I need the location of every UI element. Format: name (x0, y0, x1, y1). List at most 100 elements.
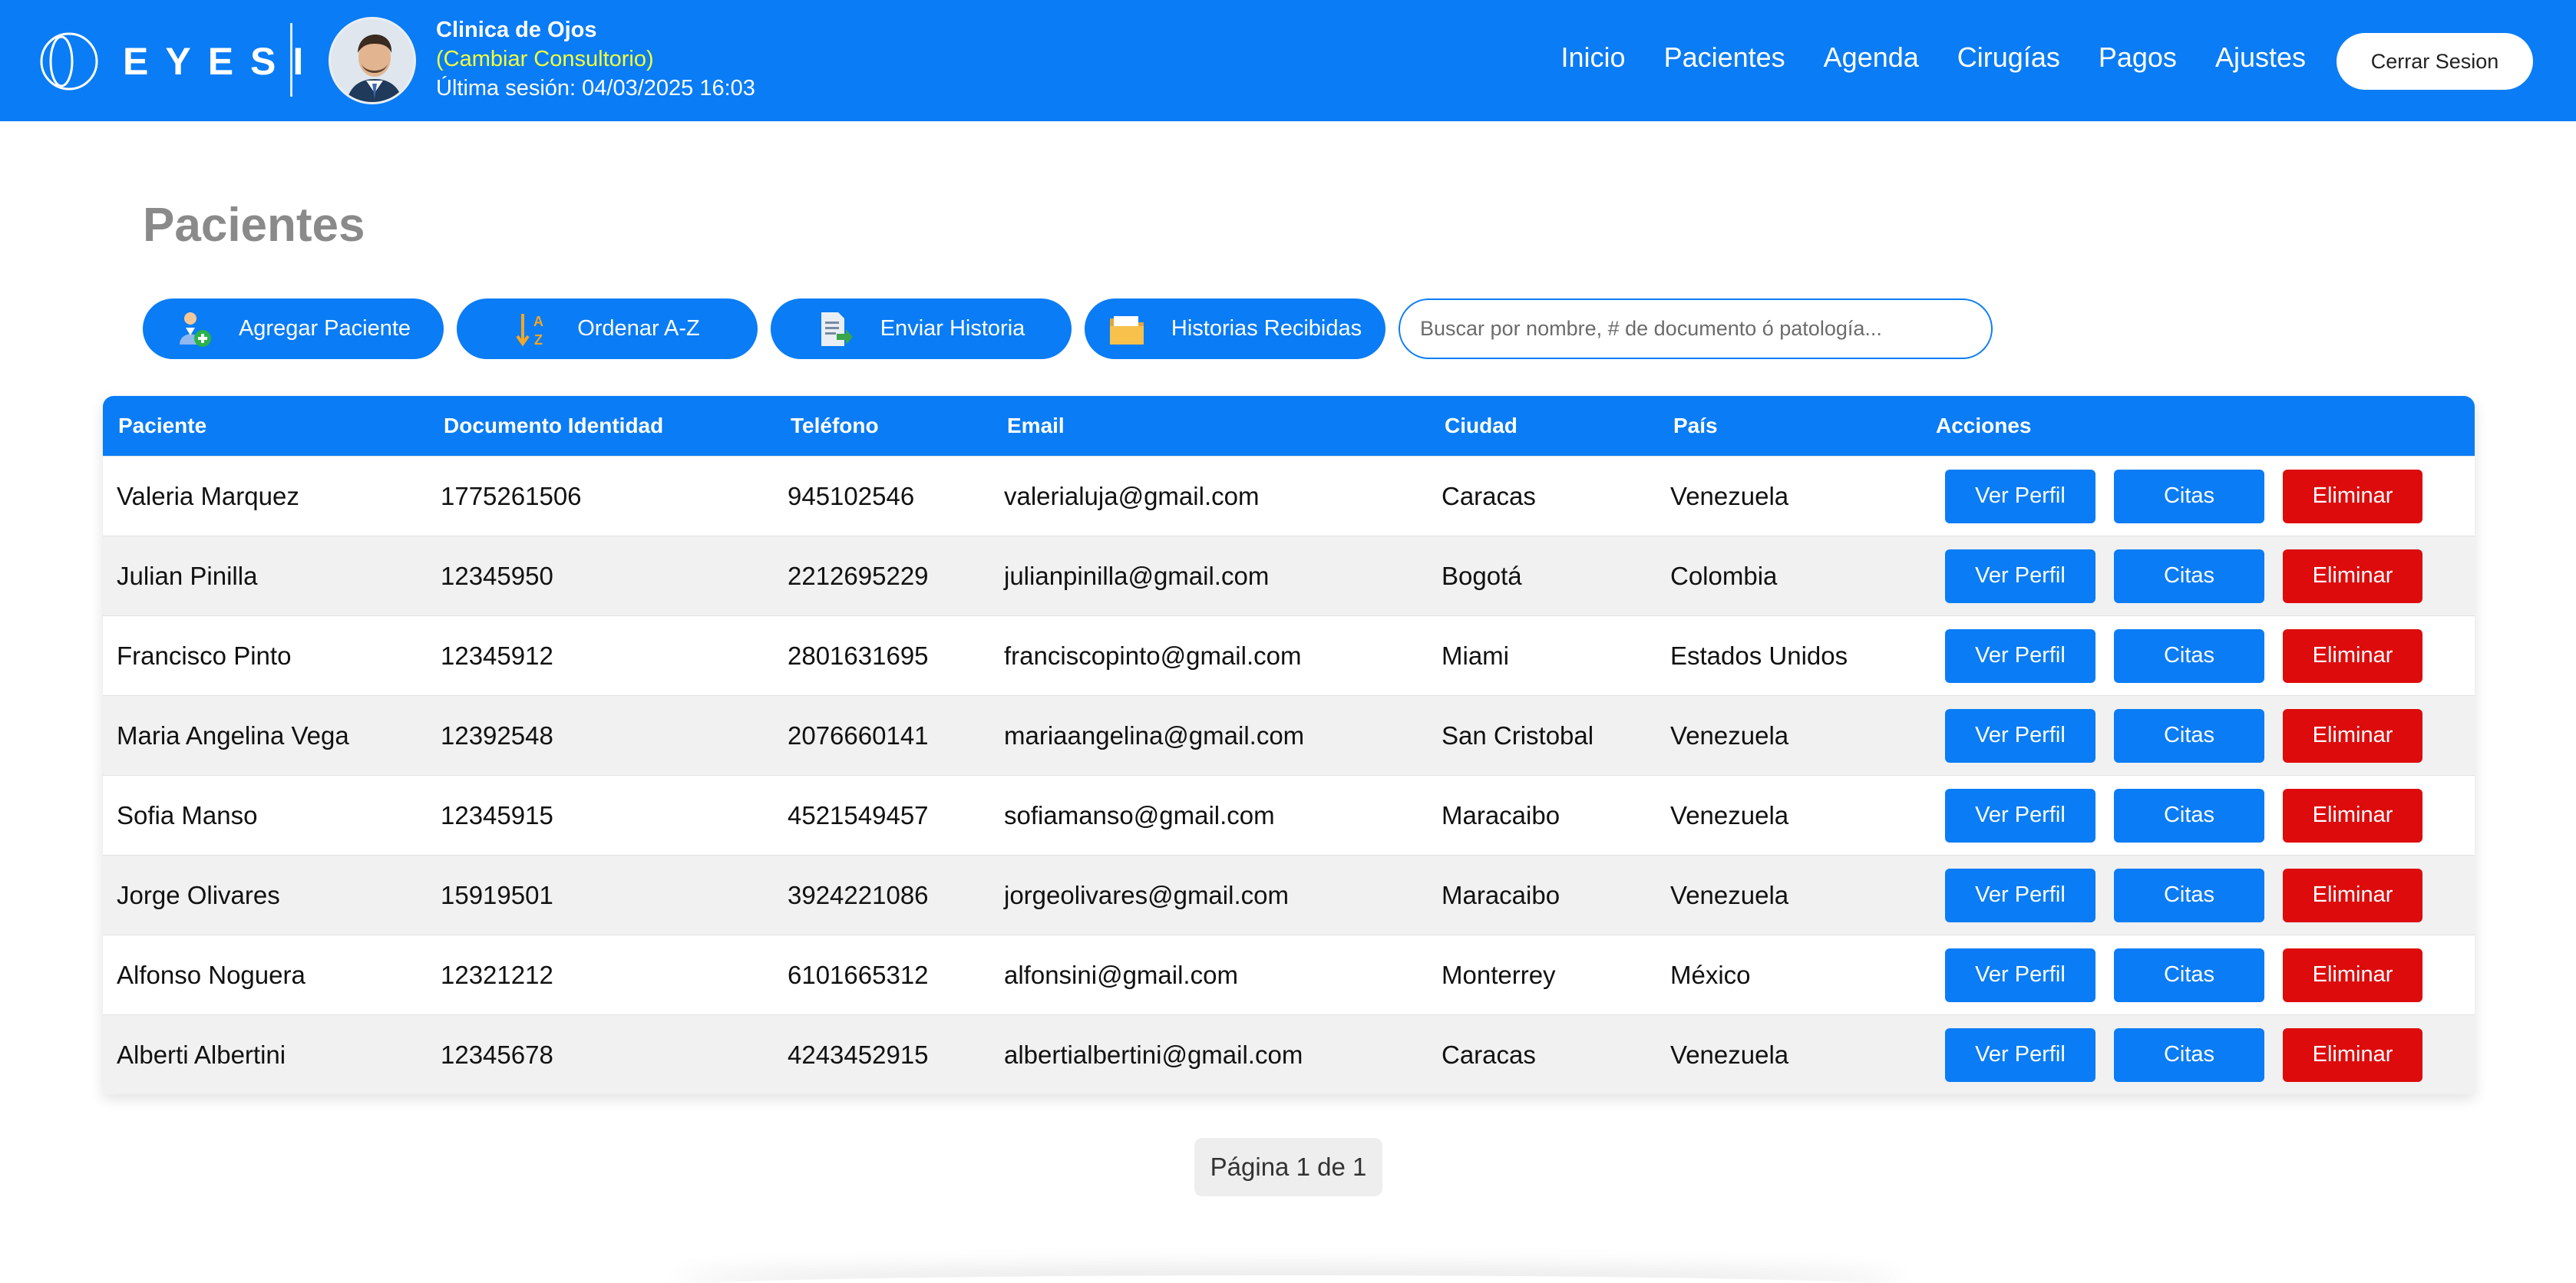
table-header: Paciente Documento Identidad Teléfono Em… (103, 396, 2475, 456)
search-input[interactable] (1399, 298, 1993, 359)
col-header-phone[interactable]: Teléfono (788, 414, 1004, 438)
nav-item-pacientes[interactable]: Pacientes (1664, 41, 1785, 74)
view-profile-button[interactable]: Ver Perfil (1945, 708, 2095, 763)
cell-actions: Ver Perfil Citas Eliminar (1936, 868, 2475, 922)
top-navbar: EYESI Clinica de Ojos (Cambiar Consultor… (0, 0, 2576, 121)
sort-az-button[interactable]: A Z Ordenar A-Z (457, 298, 758, 359)
nav-item-cirugias[interactable]: Cirugías (1957, 41, 2060, 74)
cell-city: Caracas (1442, 1040, 1536, 1069)
view-profile-button[interactable]: Ver Perfil (1945, 628, 2095, 683)
cell-patient: Maria Angelina Vega (117, 721, 349, 750)
cell-city: Maracaibo (1442, 880, 1560, 909)
col-header-city[interactable]: Ciudad (1442, 414, 1670, 438)
col-header-document[interactable]: Documento Identidad (441, 414, 788, 438)
received-histories-button[interactable]: Historias Recibidas (1085, 298, 1385, 359)
view-profile-button[interactable]: Ver Perfil (1945, 788, 2095, 843)
delete-button[interactable]: Eliminar (2283, 628, 2422, 683)
cell-phone: 2212695229 (788, 561, 929, 590)
appointments-button[interactable]: Citas (2114, 708, 2264, 763)
clinic-info: Clinica de Ojos (Cambiar Consultorio) Úl… (436, 15, 755, 103)
cell-patient: Alfonso Noguera (117, 960, 305, 989)
cell-country: Venezuela (1670, 800, 1789, 829)
cell-patient: Alberti Albertini (117, 1040, 286, 1069)
cell-patient: Julian Pinilla (117, 561, 258, 590)
view-profile-button[interactable]: Ver Perfil (1945, 868, 2095, 922)
header-divider (290, 23, 292, 97)
svg-text:A: A (533, 314, 543, 329)
col-header-patient[interactable]: Paciente (103, 414, 441, 438)
view-profile-button[interactable]: Ver Perfil (1945, 549, 2095, 603)
delete-button[interactable]: Eliminar (2283, 868, 2422, 922)
delete-button[interactable]: Eliminar (2283, 708, 2422, 763)
table-row: Valeria Marquez 1775261506 945102546 val… (103, 456, 2475, 536)
add-user-icon (176, 311, 213, 348)
cell-document: 12321212 (441, 960, 553, 989)
appointments-button[interactable]: Citas (2114, 868, 2264, 922)
logout-button[interactable]: Cerrar Sesion (2337, 33, 2533, 90)
send-history-button[interactable]: Enviar Historia (771, 298, 1072, 359)
cell-patient: Francisco Pinto (117, 641, 292, 670)
logo-icon (38, 31, 100, 92)
nav-item-inicio[interactable]: Inicio (1561, 41, 1626, 74)
view-profile-button[interactable]: Ver Perfil (1945, 1027, 2095, 1082)
toolbar: Agregar Paciente A Z Ordenar A-Z Enviar … (143, 298, 1993, 359)
change-office-link[interactable]: (Cambiar Consultorio) (436, 45, 755, 74)
appointments-button[interactable]: Citas (2114, 788, 2264, 843)
cell-country: Colombia (1670, 561, 1778, 590)
cell-actions: Ver Perfil Citas Eliminar (1936, 549, 2475, 603)
cell-email: mariaangelina@gmail.com (1004, 721, 1305, 750)
cell-document: 1775261506 (441, 481, 582, 510)
cell-phone: 6101665312 (788, 960, 929, 989)
last-session-text: Última sesión: 04/03/2025 16:03 (436, 76, 755, 101)
cell-phone: 945102546 (788, 481, 915, 510)
delete-button[interactable]: Eliminar (2283, 788, 2422, 843)
cell-document: 12345678 (441, 1040, 553, 1069)
cell-phone: 4243452915 (788, 1040, 929, 1069)
nav-item-agenda[interactable]: Agenda (1824, 41, 1919, 74)
view-profile-button[interactable]: Ver Perfil (1945, 469, 2095, 523)
cell-document: 12345915 (441, 800, 553, 829)
add-patient-label: Agregar Paciente (238, 316, 411, 341)
nav-item-ajustes[interactable]: Ajustes (2215, 41, 2306, 74)
table-row: Alfonso Noguera 12321212 6101665312 alfo… (103, 935, 2475, 1014)
table-row: Francisco Pinto 12345912 2801631695 fran… (103, 615, 2475, 695)
cell-city: Miami (1442, 641, 1509, 670)
appointments-button[interactable]: Citas (2114, 549, 2264, 603)
col-header-country[interactable]: País (1670, 414, 1936, 438)
cell-email: valerialuja@gmail.com (1004, 481, 1260, 510)
avatar[interactable] (329, 17, 416, 104)
cell-patient: Jorge Olivares (117, 880, 280, 909)
appointments-button[interactable]: Citas (2114, 469, 2264, 523)
table-row: Sofia Manso 12345915 4521549457 sofiaman… (103, 775, 2475, 855)
delete-button[interactable]: Eliminar (2283, 948, 2422, 1002)
cell-city: Monterrey (1442, 960, 1556, 989)
col-header-email[interactable]: Email (1004, 414, 1442, 438)
table-row: Maria Angelina Vega 12392548 2076660141 … (103, 695, 2475, 775)
brand-logo[interactable]: EYESI (38, 31, 320, 92)
add-patient-button[interactable]: Agregar Paciente (143, 298, 444, 359)
cell-document: 12392548 (441, 721, 553, 750)
cell-country: Venezuela (1670, 481, 1789, 510)
received-histories-label: Historias Recibidas (1171, 316, 1362, 341)
send-history-label: Enviar Historia (880, 316, 1025, 341)
delete-button[interactable]: Eliminar (2283, 469, 2422, 523)
patients-table: Paciente Documento Identidad Teléfono Em… (103, 396, 2475, 1094)
delete-button[interactable]: Eliminar (2283, 549, 2422, 603)
cell-country: Venezuela (1670, 880, 1789, 909)
cell-city: Bogotá (1442, 561, 1522, 590)
folder-icon (1108, 311, 1145, 348)
sort-az-label: Ordenar A-Z (577, 316, 700, 341)
appointments-button[interactable]: Citas (2114, 948, 2264, 1002)
clinic-name: Clinica de Ojos (436, 18, 597, 42)
appointments-button[interactable]: Citas (2114, 628, 2264, 683)
cell-city: Caracas (1442, 481, 1536, 510)
sort-az-icon: A Z (514, 311, 551, 348)
appointments-button[interactable]: Citas (2114, 1027, 2264, 1082)
cell-actions: Ver Perfil Citas Eliminar (1936, 469, 2475, 523)
cell-email: jorgeolivares@gmail.com (1004, 880, 1289, 909)
delete-button[interactable]: Eliminar (2283, 1027, 2422, 1082)
nav-item-pagos[interactable]: Pagos (2099, 41, 2177, 74)
view-profile-button[interactable]: Ver Perfil (1945, 948, 2095, 1002)
cell-actions: Ver Perfil Citas Eliminar (1936, 948, 2475, 1002)
cell-document: 12345912 (441, 641, 553, 670)
